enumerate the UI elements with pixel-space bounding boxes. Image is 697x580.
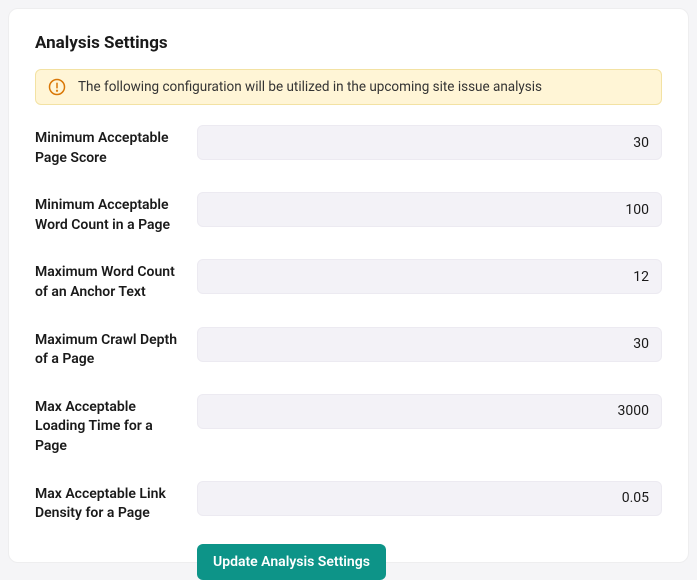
banner-text: The following configuration will be util…	[78, 79, 542, 95]
field-label: Minimum Acceptable Word Count in a Page	[35, 192, 183, 235]
max-load-time-input[interactable]	[197, 394, 662, 429]
analysis-settings-card: Analysis Settings The following configur…	[8, 8, 689, 563]
field-label: Maximum Crawl Depth of a Page	[35, 327, 183, 370]
max-link-density-input[interactable]	[197, 481, 662, 516]
min-word-count-input[interactable]	[197, 192, 662, 227]
alert-circle-icon	[48, 78, 66, 96]
field-max-link-density: Max Acceptable Link Density for a Page	[35, 481, 662, 524]
form-actions: Update Analysis Settings	[35, 544, 662, 580]
min-page-score-input[interactable]	[197, 125, 662, 160]
field-label: Minimum Acceptable Page Score	[35, 125, 183, 168]
field-max-load-time: Max Acceptable Loading Time for a Page	[35, 394, 662, 457]
field-max-anchor-words: Maximum Word Count of an Anchor Text	[35, 259, 662, 302]
max-anchor-words-input[interactable]	[197, 259, 662, 294]
update-settings-button[interactable]: Update Analysis Settings	[197, 544, 386, 580]
max-crawl-depth-input[interactable]	[197, 327, 662, 362]
settings-form: Minimum Acceptable Page Score Minimum Ac…	[35, 125, 662, 524]
field-label: Max Acceptable Link Density for a Page	[35, 481, 183, 524]
field-max-crawl-depth: Maximum Crawl Depth of a Page	[35, 327, 662, 370]
page-title: Analysis Settings	[35, 33, 662, 53]
field-min-page-score: Minimum Acceptable Page Score	[35, 125, 662, 168]
field-label: Maximum Word Count of an Anchor Text	[35, 259, 183, 302]
info-banner: The following configuration will be util…	[35, 69, 662, 105]
field-min-word-count: Minimum Acceptable Word Count in a Page	[35, 192, 662, 235]
field-label: Max Acceptable Loading Time for a Page	[35, 394, 183, 457]
